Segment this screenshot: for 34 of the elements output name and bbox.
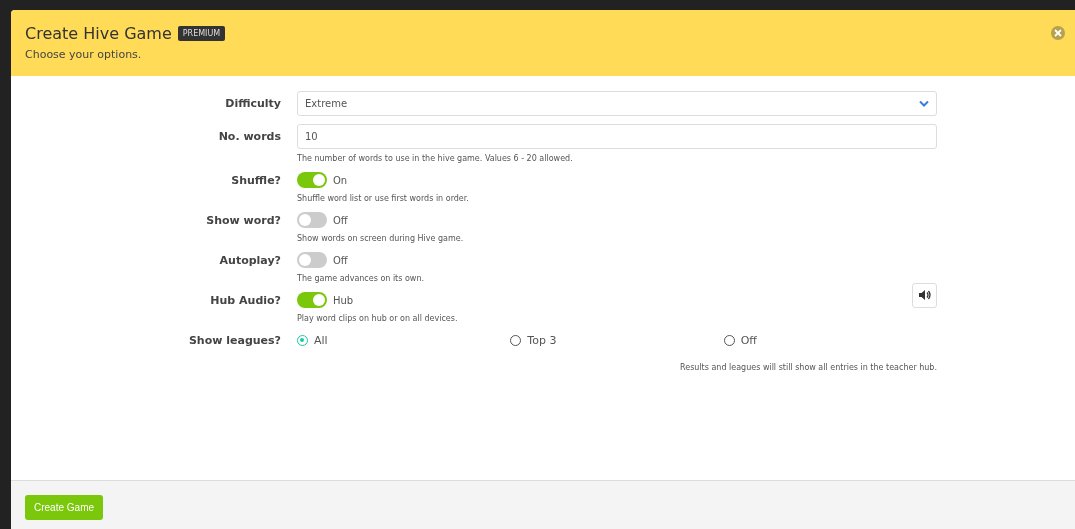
field-label: Autoplay? [218, 253, 281, 267]
speaker-icon [918, 289, 931, 301]
field-label: Shuffle? [230, 173, 281, 187]
radio-option-label: All [314, 333, 328, 347]
toggle-switch[interactable] [297, 252, 327, 268]
field-label: No. words [217, 129, 281, 143]
dialog-subtitle: Choose your options. [25, 48, 143, 61]
premium-badge: PREMIUM [177, 26, 226, 41]
toggle-state-label: Hub [333, 294, 354, 306]
toggle-state-label: Off [333, 254, 348, 266]
help-text: Play word clips on hub or on all devices. [297, 314, 459, 323]
help-text: Results and leagues will still show all entries in the teacher hub. [679, 363, 937, 372]
field-label: Difficulty [224, 96, 281, 110]
help-text: The game advances on its own. [297, 274, 425, 283]
number-field[interactable]: 10 [297, 124, 937, 149]
toggle-switch[interactable] [297, 172, 327, 188]
radio-option-label: Off [740, 333, 757, 347]
difficulty-dropdown[interactable]: Extreme [297, 91, 937, 116]
chevron-down-icon [919, 100, 929, 107]
toggle-state-label: Off [333, 214, 348, 226]
close-icon [1054, 29, 1062, 37]
help-text: Shuffle word list or use first words in order. [297, 194, 470, 203]
field-label: Hub Audio? [209, 293, 281, 307]
help-text: The number of words to use in the hive game. Values 6 - 20 allowed. [297, 154, 574, 163]
close-button[interactable] [1051, 26, 1065, 40]
audio-button[interactable] [912, 282, 937, 308]
dialog-title: Create Hive Game [25, 24, 172, 43]
field-label: Show word? [205, 213, 281, 227]
toggle-switch[interactable] [297, 292, 327, 308]
help-text: Show words on screen during Hive game. [297, 234, 465, 243]
field-label: Show leagues? [187, 333, 281, 347]
toggle-switch[interactable] [297, 212, 327, 228]
toggle-state-label: On [333, 174, 348, 186]
radio-option-label: Top 3 [527, 333, 557, 347]
